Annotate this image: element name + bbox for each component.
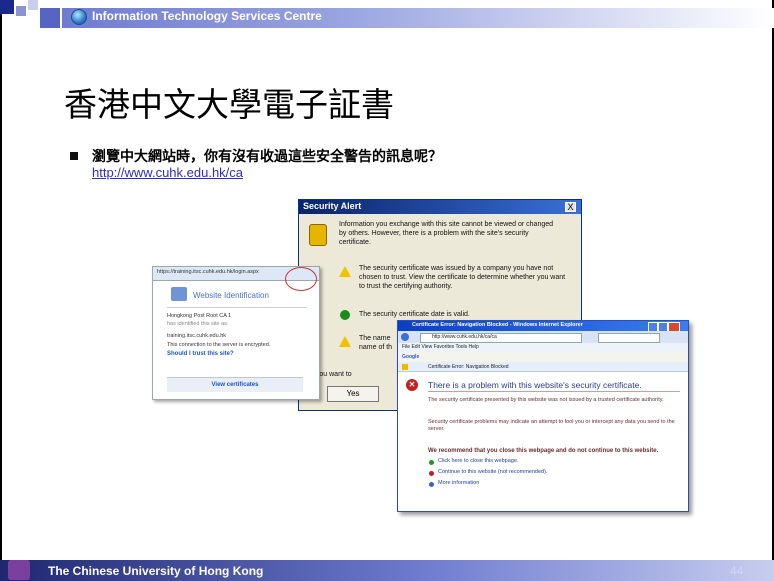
google-toolbar[interactable]: Google: [402, 354, 419, 360]
close-page-link[interactable]: Click here to close this webpage.: [438, 458, 518, 464]
warning-icon: [339, 266, 351, 277]
warning-icon: [339, 336, 351, 347]
trust-link[interactable]: Should I trust this site?: [167, 351, 234, 357]
site-name: training.itsc.cuhk.edu.hk: [167, 333, 227, 339]
url-text: http://www.cuhk.edu.hk/ca/ca: [432, 334, 497, 340]
lock-icon: [309, 224, 327, 246]
dialog-close-button[interactable]: X: [565, 202, 576, 212]
check-icon: [429, 460, 434, 465]
shield-icon: [429, 471, 434, 476]
header-brand: Information Technology Services Centre: [92, 9, 322, 23]
dialog-item-3a: The name: [359, 335, 391, 342]
header-square: [28, 0, 38, 10]
dialog-intro: Information you exchange with this site …: [339, 221, 554, 246]
yes-button[interactable]: Yes: [327, 386, 379, 402]
footer-university: The Chinese University of Hong Kong: [48, 564, 264, 578]
ie-title: Certificate Error: Navigation Blocked - …: [412, 322, 583, 328]
dialog-item-1: The security certificate was issued by a…: [359, 265, 566, 290]
ie-tab[interactable]: Certificate Error: Navigation Blocked: [428, 364, 509, 370]
menu-items[interactable]: File Edit View Favorites Tools Help: [402, 344, 479, 350]
divider: [167, 307, 307, 308]
encrypted-note: This connection to the server is encrypt…: [167, 342, 271, 348]
address-url: https://training.itsc.cuhk.edu.hk/login.…: [157, 269, 259, 275]
ca-name: Hongkong Post Root CA 1: [167, 313, 232, 319]
cuhk-ca-link[interactable]: http://www.cuhk.edu.hk/ca: [92, 165, 243, 180]
slide-title: 香港中文大學電子証書: [64, 85, 394, 124]
continue-link[interactable]: Continue to this website (not recommende…: [438, 469, 547, 475]
dialog-item-3b: name of th: [359, 344, 393, 351]
more-information-link[interactable]: More information: [438, 480, 479, 486]
bullet-icon: [70, 152, 78, 160]
website-identification-panel: https://training.itsc.cuhk.edu.hk/login.…: [152, 266, 320, 400]
ie-window: Certificate Error: Navigation Blocked - …: [397, 320, 689, 512]
favorites-icon[interactable]: [402, 364, 408, 370]
error-heading: There is a problem with this website's s…: [428, 380, 642, 390]
check-icon: [340, 310, 350, 320]
divider: [428, 391, 680, 392]
slide-question: 瀏覽中大網站時，你有沒有收過這些安全警告的訊息呢？: [92, 149, 442, 165]
certificate-icon: [171, 287, 187, 301]
slide-border-left: [0, 0, 2, 581]
ie-toolbar: [398, 352, 688, 362]
search-field[interactable]: [598, 333, 660, 343]
chevron-down-icon: [429, 482, 434, 487]
error-para-1: The security certificate presented by th…: [428, 397, 664, 403]
dialog-item-2: The security certificate date is valid.: [359, 311, 470, 318]
page-number: 44: [730, 564, 744, 578]
error-icon: ✕: [406, 379, 418, 391]
recommendation: We recommend that you close this webpage…: [428, 448, 659, 454]
view-certificates-button[interactable]: View certificates: [167, 377, 303, 392]
error-para-2: Security certificate problems may indica…: [428, 419, 675, 432]
header-square: [16, 6, 26, 16]
globe-icon: [71, 9, 87, 25]
highlight-circle: [285, 267, 317, 291]
header-square: [0, 0, 14, 14]
header-square: [40, 8, 60, 28]
university-crest-icon: [8, 560, 30, 580]
dialog-title: Security Alert: [303, 201, 362, 211]
identification-title: Website Identification: [193, 291, 269, 300]
ca-subtext: has identified this site as:: [167, 321, 229, 327]
back-icon[interactable]: [401, 333, 409, 341]
